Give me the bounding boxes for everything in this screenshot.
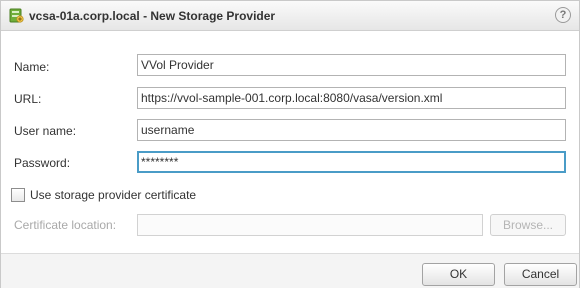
password-label: Password: (14, 156, 71, 170)
password-field[interactable] (137, 151, 566, 173)
browse-button[interactable]: Browse... (490, 214, 566, 236)
ok-button[interactable]: OK (422, 263, 495, 286)
username-field[interactable] (137, 119, 566, 141)
name-label: Name: (14, 60, 50, 74)
new-storage-provider-dialog: vcsa-01a.corp.local - New Storage Provid… (0, 0, 580, 288)
name-field[interactable] (137, 54, 566, 76)
certificate-location-field[interactable] (137, 214, 483, 236)
dialog-title: vcsa-01a.corp.local - New Storage Provid… (29, 9, 276, 23)
url-label: URL: (14, 92, 42, 106)
help-icon[interactable]: ? (555, 7, 571, 23)
url-field[interactable] (137, 87, 566, 109)
username-label: User name: (14, 124, 77, 138)
storage-provider-icon (9, 8, 24, 23)
use-certificate-checkbox[interactable] (11, 188, 25, 202)
use-certificate-label[interactable]: Use storage provider certificate (30, 188, 196, 202)
certificate-location-label: Certificate location: (14, 218, 117, 232)
title-bar[interactable]: vcsa-01a.corp.local - New Storage Provid… (1, 1, 579, 31)
cancel-button[interactable]: Cancel (504, 263, 577, 286)
